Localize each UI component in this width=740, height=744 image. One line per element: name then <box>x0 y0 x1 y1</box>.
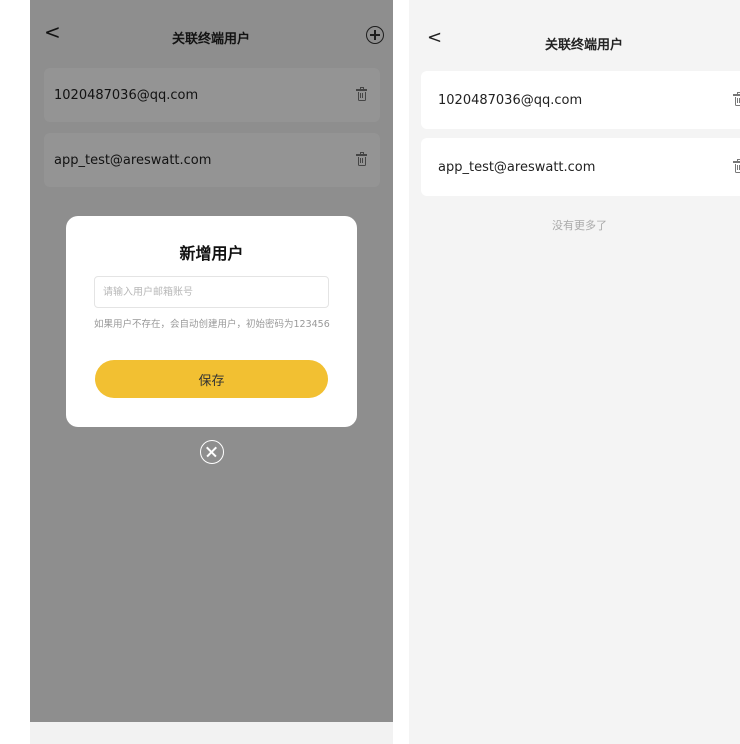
nav-bar: < 关联终端用户 <box>409 0 740 62</box>
home-indicator-area <box>30 722 393 744</box>
right-phone-screen: < 关联终端用户 1020487036@qq.com app_test@ares… <box>409 0 740 744</box>
screenshot-stage: < 关联终端用户 1020487036@qq.com app_test@ares… <box>0 0 740 744</box>
list-end-text: 没有更多了 <box>552 219 607 232</box>
user-email: 1020487036@qq.com <box>438 92 583 108</box>
page-title: 关联终端用户 <box>545 38 624 53</box>
dialog-hint: 如果用户不存在，会自动创建用户，初始密码为123456 <box>94 319 330 330</box>
trash-icon[interactable] <box>733 159 740 173</box>
user-list-item[interactable]: app_test@areswatt.com <box>421 138 740 196</box>
dialog-title: 新增用户 <box>179 244 244 263</box>
left-phone-screen: < 关联终端用户 1020487036@qq.com app_test@ares… <box>30 0 393 744</box>
close-circle-icon[interactable] <box>200 440 224 464</box>
save-button[interactable]: 保存 <box>95 360 328 398</box>
back-button[interactable]: < <box>427 28 442 48</box>
trash-icon[interactable] <box>733 92 740 106</box>
user-list-item[interactable]: 1020487036@qq.com <box>421 71 740 129</box>
email-input[interactable] <box>94 276 329 308</box>
user-email: app_test@areswatt.com <box>438 159 596 175</box>
add-user-dialog: 新增用户 如果用户不存在，会自动创建用户，初始密码为123456 保存 <box>66 216 357 427</box>
